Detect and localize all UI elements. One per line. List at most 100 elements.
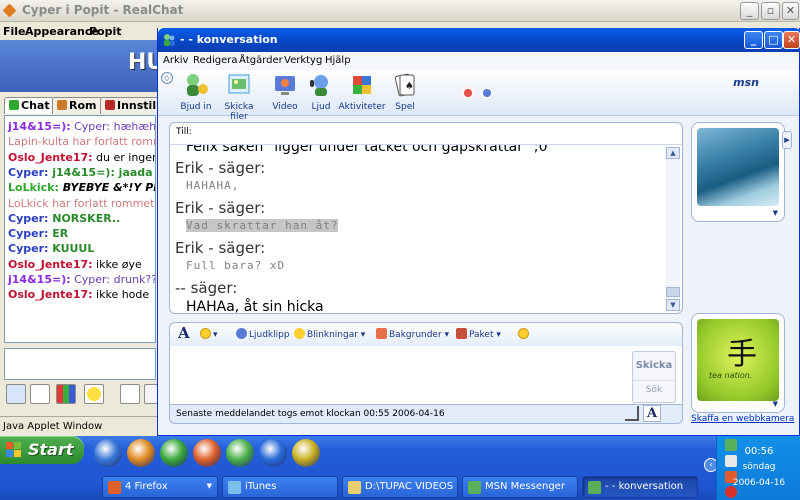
tab-innstillinger-label: Innstilli bbox=[117, 99, 160, 112]
eye-icon[interactable] bbox=[120, 384, 140, 404]
chevron-down-icon[interactable]: ▼ bbox=[773, 400, 778, 408]
toolbar-send-files-button[interactable]: Skicka filer bbox=[216, 72, 262, 122]
tab-rom-label: Rom bbox=[69, 99, 97, 112]
toolbar-audio-button[interactable]: Ljud bbox=[306, 72, 336, 112]
menu-arkiv[interactable]: Arkiv bbox=[163, 55, 188, 66]
voice-clip-button[interactable]: Ljudklipp bbox=[236, 328, 290, 340]
realchat-statusbar: Java Applet Window bbox=[0, 416, 160, 436]
menu-verktyg[interactable]: Verktyg bbox=[284, 55, 322, 66]
taskbar-button[interactable]: 4 Firefox ▼ bbox=[102, 476, 218, 498]
itunes-icon[interactable] bbox=[226, 439, 254, 467]
start-label: Start bbox=[28, 440, 74, 459]
block-contact-icon[interactable] bbox=[461, 86, 475, 100]
toolbar-activities-button[interactable]: Aktiviteter bbox=[338, 72, 386, 112]
bold-format-icon[interactable] bbox=[6, 384, 26, 404]
games-icon: ♠ bbox=[394, 73, 415, 97]
scroll-down-icon[interactable]: ▼ bbox=[666, 299, 680, 311]
message-sender: -- säger: bbox=[175, 279, 238, 297]
media-player-icon[interactable] bbox=[127, 439, 155, 467]
scroll-up-icon[interactable]: ▲ bbox=[666, 147, 680, 159]
quicktime-icon[interactable] bbox=[259, 439, 287, 467]
menu-atgarder[interactable]: Åtgärder bbox=[239, 55, 283, 66]
change-display-icon[interactable] bbox=[480, 86, 494, 100]
firefox-icon bbox=[108, 481, 121, 494]
toolbar-invite-button[interactable]: Bjud in bbox=[178, 72, 214, 112]
realchat-close-button[interactable]: ✕ bbox=[782, 2, 799, 20]
toolbar-invite-label: Bjud in bbox=[180, 102, 212, 112]
taskbar-button[interactable]: D:\TUPAC VIDEOS bbox=[342, 476, 458, 498]
my-display-picture[interactable]: 手 tea nation. ▼ bbox=[691, 313, 785, 413]
realchat-menu-file[interactable]: File bbox=[3, 25, 26, 38]
taskbar-button[interactable]: iTunes bbox=[222, 476, 338, 498]
nudge-button[interactable] bbox=[518, 328, 531, 340]
image-viewer-icon[interactable] bbox=[292, 439, 320, 467]
toolbar-video-label: Video bbox=[272, 102, 298, 112]
message-input[interactable] bbox=[169, 346, 683, 406]
handwriting-icon[interactable] bbox=[625, 406, 639, 421]
chat-nick: Lapin-kulta har forlatt rommet. bbox=[8, 135, 155, 149]
send-button[interactable]: Skicka bbox=[633, 356, 675, 376]
tab-rom[interactable]: Rom bbox=[52, 97, 102, 114]
msn-butterfly-icon[interactable] bbox=[160, 439, 188, 467]
realchat-maximize-button[interactable]: ▫ bbox=[761, 2, 780, 20]
to-field: Till: bbox=[170, 123, 682, 145]
packs-button[interactable]: Paket ▾ bbox=[456, 328, 501, 340]
start-button[interactable]: Start bbox=[0, 436, 84, 464]
realchat-more-icon[interactable] bbox=[144, 384, 158, 404]
svg-text:♠: ♠ bbox=[405, 81, 414, 92]
invite-icon bbox=[187, 74, 208, 96]
realchat-status-text: Java Applet Window bbox=[3, 421, 103, 432]
taskbar-button-label: iTunes bbox=[245, 481, 277, 492]
message-sender: Erik - säger: bbox=[175, 199, 266, 217]
chat-nick: Cyper: bbox=[8, 211, 49, 225]
tab-innstillinger[interactable]: Innstilli bbox=[100, 97, 160, 114]
winks-button[interactable]: Blinkningar ▾ bbox=[294, 328, 365, 340]
audio-icon bbox=[310, 75, 328, 96]
realchat-message-input[interactable] bbox=[4, 348, 156, 380]
toolbar-video-button[interactable]: Video bbox=[268, 72, 302, 112]
color-picker-icon[interactable] bbox=[56, 384, 76, 404]
chat-nick: LoLkick: bbox=[8, 181, 59, 195]
chat-line: Cyper: j14&15=): jaada bbox=[8, 166, 153, 179]
typing-mode-icon[interactable]: A bbox=[643, 405, 661, 422]
emoticons-button[interactable]: ▾ bbox=[200, 328, 218, 340]
firefox-icon[interactable] bbox=[193, 439, 221, 467]
get-webcam-link[interactable]: Skaffa en webbkamera bbox=[691, 414, 794, 424]
realchat-menu-appearance[interactable]: Appearance bbox=[25, 25, 99, 38]
msn-maximize-button[interactable]: □ bbox=[764, 31, 783, 49]
chat-bubble-icon bbox=[9, 100, 19, 110]
menu-redigera[interactable]: Redigera bbox=[193, 55, 238, 66]
message-area[interactable]: Felix saken "ligger under täcket och gap… bbox=[170, 145, 666, 313]
chat-line: Oslo_Jente17: du er ingen fine bbox=[8, 151, 155, 164]
italic-format-icon[interactable] bbox=[30, 384, 50, 404]
smiley-icon[interactable] bbox=[84, 384, 104, 404]
taskbar-button[interactable]: - - konversation bbox=[582, 476, 698, 498]
conversation-scrollbar[interactable]: ▲ ▼ bbox=[666, 147, 680, 311]
contact-display-picture[interactable]: ▼ bbox=[691, 122, 785, 222]
expand-side-panel-icon[interactable]: ▶ bbox=[782, 131, 792, 149]
toolbar-games-button[interactable]: ♠ Spel bbox=[390, 72, 420, 112]
font-button[interactable]: A bbox=[178, 324, 190, 342]
tab-chat[interactable]: Chat bbox=[4, 97, 55, 114]
realchat-chat-log[interactable]: j14&15=): Cyper: hæhæh! Lapin-kulta har f… bbox=[4, 115, 156, 343]
scroll-thumb[interactable] bbox=[666, 287, 680, 297]
chat-line: LoLkick har forlatt rommet. bbox=[8, 197, 155, 210]
msn-close-button[interactable]: ✕ bbox=[783, 31, 800, 49]
message-sender: Erik - säger: bbox=[175, 239, 266, 257]
msn-menubar: Arkiv Redigera Åtgärder Verktyg Hjälp bbox=[158, 52, 799, 70]
taskbar-button[interactable]: MSN Messenger bbox=[462, 476, 578, 498]
clock-time[interactable]: 00:56 bbox=[717, 446, 800, 457]
formatting-bar: A ▾ Ljudklipp Blinkningar ▾ Bakgrunder ▾… bbox=[169, 322, 683, 346]
internet-explorer-icon[interactable] bbox=[94, 439, 122, 467]
menu-hjalp[interactable]: Hjälp bbox=[325, 55, 351, 66]
msn-titlebar: - - konversation _ □ ✕ bbox=[158, 28, 800, 52]
backgrounds-button[interactable]: Bakgrunder ▾ bbox=[376, 328, 449, 340]
msn-minimize-button[interactable]: _ bbox=[744, 31, 763, 49]
search-button[interactable]: Sök bbox=[633, 380, 675, 398]
system-tray: 00:56 söndag 2006-04-16 bbox=[716, 436, 800, 500]
chat-text: Cyper: drunk?? haha bbox=[74, 273, 156, 286]
chevron-down-icon[interactable]: ▼ bbox=[773, 209, 778, 217]
msn-buddy-icon bbox=[164, 34, 175, 46]
collapse-toolbar-icon[interactable]: ◇ bbox=[161, 72, 173, 84]
realchat-minimize-button[interactable]: _ bbox=[740, 2, 759, 20]
